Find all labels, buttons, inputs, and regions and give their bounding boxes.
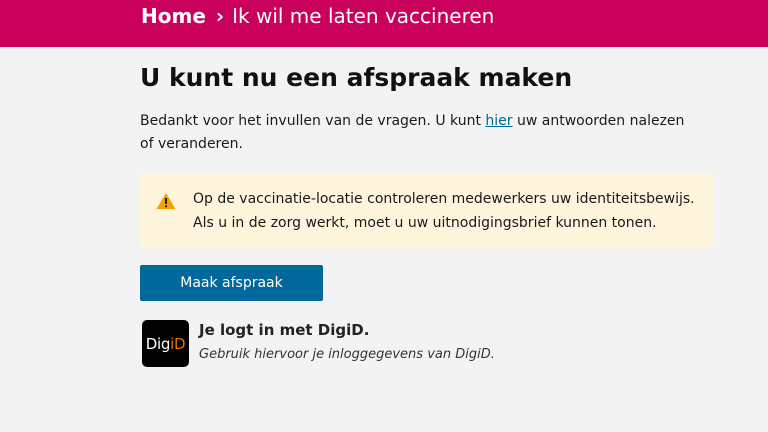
breadcrumb-current: Ik wil me laten vaccineren [232,4,495,28]
digid-logo-prefix: Dig [145,334,171,353]
warning-icon [156,193,176,209]
digid-logo-accent: iD [170,334,186,353]
notice-text: Op de vaccinatie-locatie controleren med… [193,187,695,235]
page-title: U kunt nu een afspraak maken [140,63,573,92]
top-banner: Home › Ik wil me laten vaccineren [0,0,768,47]
digid-subtitle: Gebruik hiervoor je inloggegevens van Di… [199,347,495,362]
notice-line-2: Als u in de zorg werkt, moet u uw uitnod… [193,215,657,231]
chevron-right-icon: › [215,4,225,28]
notice-box: Op de vaccinatie-locatie controleren med… [140,173,714,247]
make-appointment-button[interactable]: Maak afspraak [140,265,323,301]
notice-line-1: Op de vaccinatie-locatie controleren med… [193,191,695,207]
digid-info: Dig iD Je logt in met DigiD. Gebruik hier… [142,320,602,368]
answers-link[interactable]: hier [485,113,512,129]
breadcrumb-home-link[interactable]: Home [141,4,206,28]
breadcrumb: Home › Ik wil me laten vaccineren [141,4,494,28]
intro-text: Bedankt voor het invullen van de vragen.… [140,110,700,156]
intro-text-start: Bedankt voor het invullen van de vragen.… [140,113,486,129]
digid-logo: Dig iD [142,320,189,367]
digid-title: Je logt in met DigiD. [199,321,370,339]
